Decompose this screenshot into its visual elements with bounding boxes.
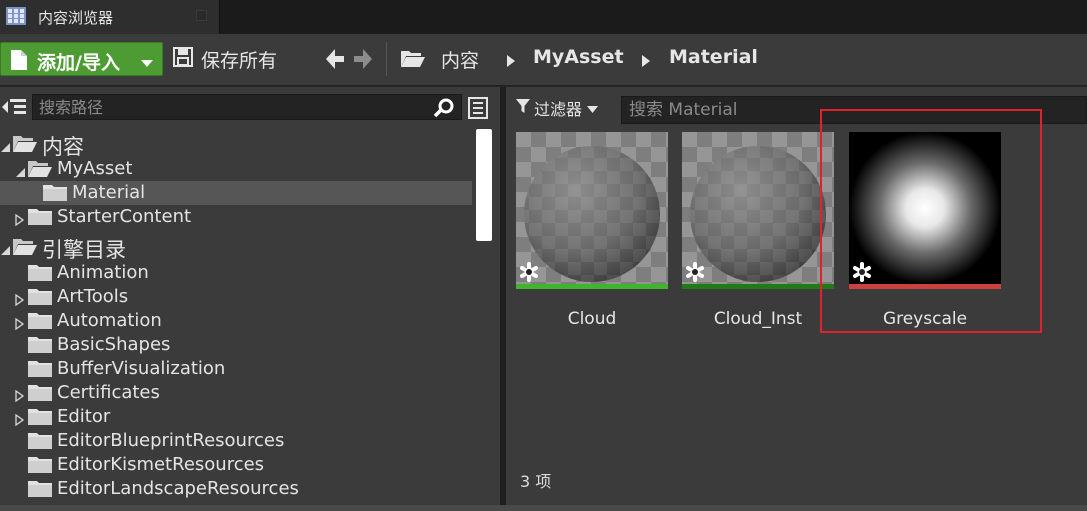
folder-icon: [27, 432, 53, 454]
tree-item-arttools[interactable]: ArtTools: [0, 285, 472, 309]
chevron-down-icon: [587, 99, 599, 118]
content-browser-tab[interactable]: 内容浏览器: [0, 0, 220, 34]
tree-item-editorlandscaperesources[interactable]: EditorLandscapeResources: [0, 477, 472, 501]
breadcrumb-myasset[interactable]: MyAsset: [533, 46, 624, 68]
tree-item-buffervisualization[interactable]: BufferVisualization: [0, 357, 472, 381]
add-import-label: 添加/导入: [37, 52, 120, 74]
add-import-button[interactable]: 添加/导入: [0, 42, 163, 76]
save-icon: [173, 47, 193, 71]
collapsed-arrow-icon[interactable]: [15, 387, 25, 403]
save-all-label: 保存所有: [201, 49, 278, 72]
folder-icon: [27, 480, 53, 502]
tree-item-editorblueprintresources[interactable]: EditorBlueprintResources: [0, 429, 472, 453]
bottom-edge: [0, 505, 1087, 511]
path-search-input[interactable]: [33, 95, 461, 119]
asset-type-bar: [516, 284, 668, 289]
tree-item-material[interactable]: Material: [0, 181, 472, 205]
open-folder-icon: [12, 134, 38, 158]
tree-label: Material: [72, 182, 146, 203]
tree-item-startercontent[interactable]: StarterContent: [0, 205, 472, 229]
collapsed-arrow-icon[interactable]: [15, 291, 25, 307]
chevron-down-icon: [141, 53, 153, 72]
folder-icon: [27, 384, 53, 406]
asset-tile-cloud[interactable]: [516, 132, 668, 289]
folder-icon: [27, 360, 53, 382]
asset-name: Cloud: [567, 309, 617, 329]
tree-item-editor[interactable]: Editor: [0, 405, 472, 429]
asset-name: Cloud_Inst: [713, 309, 803, 329]
breadcrumb-separator-icon[interactable]: [642, 52, 650, 71]
save-all-button[interactable]: 保存所有: [173, 42, 277, 76]
sources-panel: 内容 MyAsset Material StarterContent 引擎目录: [0, 87, 500, 511]
forward-arrow-icon[interactable]: [352, 46, 374, 72]
folder-icon: [27, 264, 53, 286]
content-browser-icon: [6, 7, 26, 25]
toolbar-divider: [386, 42, 387, 76]
tree-label: 引擎目录: [42, 238, 126, 262]
item-count: 3 项: [520, 472, 552, 491]
search-icon[interactable]: [433, 98, 455, 122]
folder-icon: [27, 312, 53, 334]
filters-label: 过滤器: [534, 100, 583, 119]
expanded-arrow-icon[interactable]: [16, 163, 26, 177]
tree-label: Animation: [57, 262, 149, 283]
folder-icon: [27, 408, 53, 430]
tree-item-engine-content[interactable]: 引擎目录: [0, 235, 472, 262]
collapse-tree-icon[interactable]: [2, 98, 26, 120]
folder-icon: [27, 208, 53, 230]
expanded-arrow-icon[interactable]: [1, 241, 11, 255]
tree-item-certificates[interactable]: Certificates: [0, 381, 472, 405]
tree-item-automation[interactable]: Automation: [0, 309, 472, 333]
tree-item-editorkismetresources[interactable]: EditorKismetResources: [0, 453, 472, 477]
folder-tree: 内容 MyAsset Material StarterContent 引擎目录: [0, 129, 472, 511]
path-search-field[interactable]: [32, 94, 462, 120]
tab-bar: 内容浏览器: [0, 0, 1087, 34]
folder-icon: [27, 456, 53, 478]
tree-label: Certificates: [57, 382, 160, 403]
tree-label: EditorLandscapeResources: [57, 478, 299, 499]
folder-icon: [42, 184, 68, 206]
expanded-arrow-icon[interactable]: [1, 138, 11, 152]
tree-item-animation[interactable]: Animation: [0, 261, 472, 285]
new-asset-star-icon: [519, 262, 539, 286]
breadcrumb-separator-icon[interactable]: [507, 52, 515, 71]
tree-item-basicshapes[interactable]: BasicShapes: [0, 333, 472, 357]
tree-label: Editor: [57, 406, 111, 427]
toolbar: 添加/导入 保存所有 内容 MyAsset Material: [0, 34, 1087, 86]
close-tab-icon[interactable]: [196, 10, 207, 21]
tree-label: BufferVisualization: [57, 358, 226, 379]
back-arrow-icon[interactable]: [324, 46, 346, 72]
tree-label: EditorBlueprintResources: [57, 430, 285, 451]
tree-label: MyAsset: [57, 158, 133, 179]
new-asset-star-icon: [685, 262, 705, 286]
tree-label: BasicShapes: [57, 334, 171, 355]
tree-label: StarterContent: [57, 206, 192, 227]
tree-label: Automation: [57, 310, 162, 331]
tree-item-myasset[interactable]: MyAsset: [0, 157, 472, 181]
open-folder-icon: [27, 159, 53, 183]
tab-title: 内容浏览器: [38, 9, 114, 27]
sources-search-row: [0, 87, 500, 125]
asset-type-bar: [682, 284, 834, 289]
collapsed-arrow-icon[interactable]: [15, 315, 25, 331]
tree-scroll-thumb[interactable]: [476, 129, 492, 241]
open-folder-icon: [12, 237, 38, 261]
highlight-box: [820, 109, 1042, 333]
breadcrumb-material[interactable]: Material: [669, 46, 758, 68]
tree-item-content[interactable]: 内容: [0, 132, 472, 159]
new-file-icon: [10, 49, 28, 75]
collapsed-arrow-icon[interactable]: [15, 211, 25, 227]
tree-label: EditorKismetResources: [57, 454, 265, 475]
asset-tile-cloud-inst[interactable]: [682, 132, 834, 289]
view-options-icon[interactable]: [468, 97, 488, 123]
collapsed-arrow-icon[interactable]: [15, 411, 25, 427]
folder-icon: [27, 336, 53, 358]
open-folder-icon[interactable]: [400, 48, 426, 72]
folder-icon: [27, 288, 53, 310]
filter-icon: [516, 98, 530, 118]
breadcrumb-content[interactable]: 内容: [441, 46, 479, 73]
filters-button[interactable]: 过滤器: [516, 96, 599, 120]
tree-label: ArtTools: [57, 286, 129, 307]
